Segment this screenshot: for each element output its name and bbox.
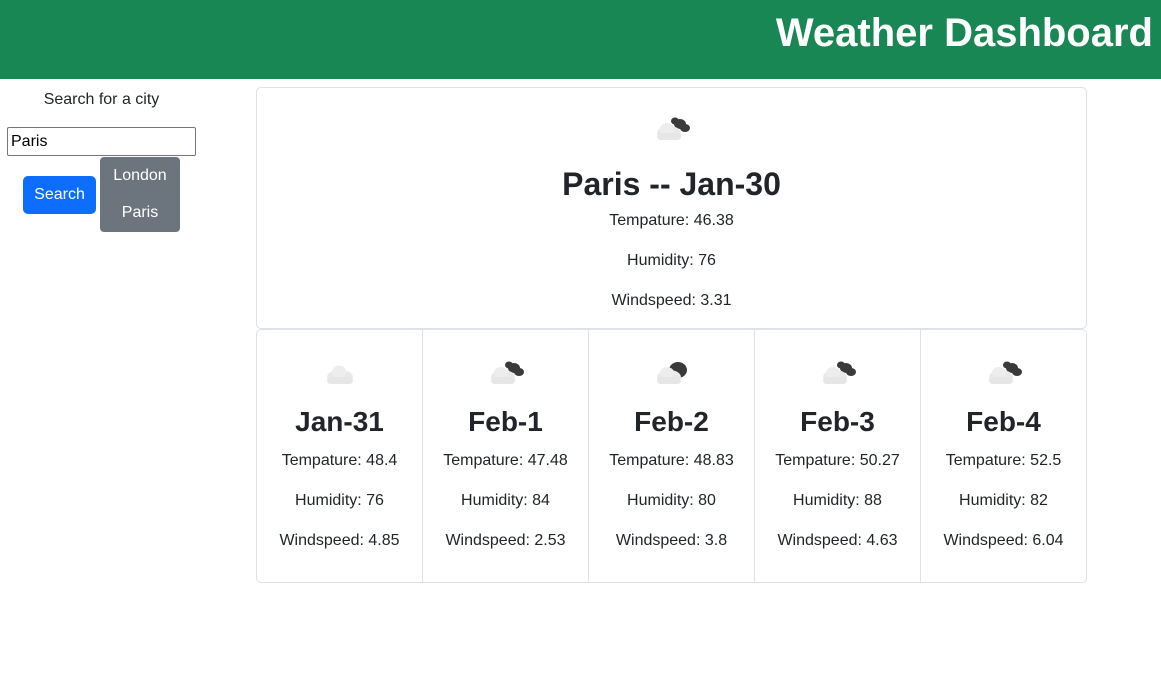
current-windspeed: Windspeed: 3.31 xyxy=(611,292,732,309)
page-title: Weather Dashboard xyxy=(775,11,1153,55)
forecast-card: Jan-31 Tempature: 48.4 Humidity: 76 Wind… xyxy=(257,330,423,582)
forecast-humidity: Humidity: 76 xyxy=(295,492,384,509)
forecast-temperature: Tempature: 50.27 xyxy=(775,452,900,469)
search-history-list: London Paris xyxy=(100,157,180,232)
forecast-windspeed: Windspeed: 2.53 xyxy=(445,532,566,549)
history-item-paris[interactable]: Paris xyxy=(100,194,180,231)
forecast-card: Feb-2 Tempature: 48.83 Humidity: 80 Wind… xyxy=(589,330,755,582)
broken-clouds-icon xyxy=(988,361,1022,384)
forecast-windspeed: Windspeed: 6.04 xyxy=(943,532,1064,549)
forecast-card: Feb-3 Tempature: 50.27 Humidity: 88 Wind… xyxy=(755,330,921,582)
current-city-date: Paris -- Jan-30 xyxy=(562,166,781,202)
forecast-windspeed: Windspeed: 3.8 xyxy=(615,532,728,549)
forecast-card: Feb-4 Tempature: 52.5 Humidity: 82 Winds… xyxy=(921,330,1086,582)
search-sidebar: Search for a city Search London Paris xyxy=(0,79,210,279)
forecast-humidity: Humidity: 88 xyxy=(793,492,882,509)
broken-clouds-icon xyxy=(490,361,524,384)
broken-clouds-icon xyxy=(657,117,690,140)
forecast-date: Feb-2 xyxy=(634,406,709,437)
forecast-windspeed: Windspeed: 4.63 xyxy=(777,532,898,549)
overcast-clouds-icon xyxy=(656,362,687,384)
forecast-date: Jan-31 xyxy=(295,406,384,437)
page-header: Weather Dashboard xyxy=(0,0,1161,79)
history-item-london[interactable]: London xyxy=(100,157,180,194)
forecast-humidity: Humidity: 82 xyxy=(959,492,1048,509)
forecast-date: Feb-4 xyxy=(966,406,1041,437)
forecast-humidity: Humidity: 84 xyxy=(461,492,550,509)
forecast-temperature: Tempature: 52.5 xyxy=(945,452,1062,469)
search-input[interactable] xyxy=(7,127,196,156)
forecast-temperature: Tempature: 48.4 xyxy=(281,452,398,469)
current-weather-card: Paris -- Jan-30 Tempature: 46.38 Humidit… xyxy=(256,87,1087,329)
search-button[interactable]: Search xyxy=(23,176,96,214)
forecast-temperature: Tempature: 47.48 xyxy=(443,452,568,469)
broken-clouds-icon xyxy=(822,361,856,384)
forecast-temperature: Tempature: 48.83 xyxy=(609,452,734,469)
few-clouds-icon xyxy=(326,365,353,384)
forecast-date: Feb-1 xyxy=(468,406,543,437)
forecast-humidity: Humidity: 80 xyxy=(627,492,716,509)
current-temperature: Tempature: 46.38 xyxy=(609,212,734,229)
forecast-windspeed: Windspeed: 4.85 xyxy=(279,532,400,549)
search-label: Search for a city xyxy=(43,91,160,108)
five-day-forecast: Jan-31 Tempature: 48.4 Humidity: 76 Wind… xyxy=(256,329,1087,583)
current-humidity: Humidity: 76 xyxy=(627,252,716,269)
forecast-card: Feb-1 Tempature: 47.48 Humidity: 84 Wind… xyxy=(423,330,589,582)
forecast-date: Feb-3 xyxy=(800,406,875,437)
